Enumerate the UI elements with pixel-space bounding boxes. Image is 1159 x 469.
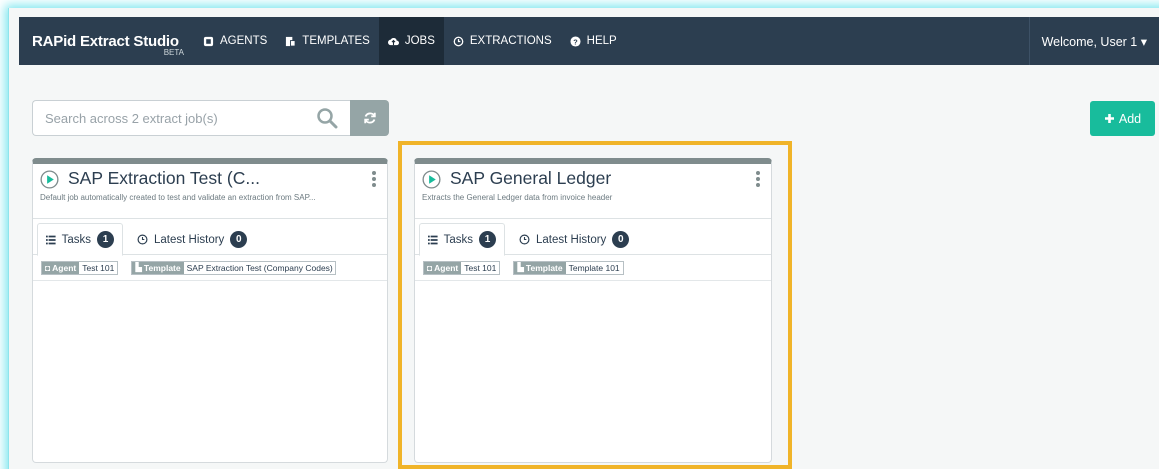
tasks-count-badge: 1 xyxy=(97,231,114,248)
brand-name: RAPid Extract Studio xyxy=(32,32,179,50)
agent-tag-value: Test 101 xyxy=(464,262,497,273)
clock-icon xyxy=(519,234,530,245)
nav-item-label: HELP xyxy=(586,35,617,47)
more-options-icon[interactable] xyxy=(755,170,761,188)
agent-tag[interactable]: ◘ Agent Test 101 xyxy=(41,260,119,275)
history-count-badge: 0 xyxy=(230,231,248,248)
agent-key-label: Agent xyxy=(52,262,77,273)
brand[interactable]: RAPid Extract Studio BETA xyxy=(19,17,194,65)
tab-latest-history[interactable]: Latest History 0 xyxy=(129,223,255,256)
history-count-badge: 0 xyxy=(612,231,630,248)
help-icon: ? xyxy=(570,35,581,47)
template-icon: ▙ xyxy=(135,262,142,272)
job-card-tabs: Tasks 1 Latest History 0 xyxy=(415,218,771,256)
list-icon xyxy=(46,235,56,244)
template-tag-value: SAP Extraction Test (Company Codes) S... xyxy=(186,262,336,273)
refresh-icon xyxy=(363,112,376,124)
top-navbar: RAPid Extract Studio BETA AGENTS TEMPLAT… xyxy=(19,17,1159,65)
job-card: SAP Extraction Test (C... Default job au… xyxy=(32,158,388,463)
agent-icon: ◘ xyxy=(427,262,433,273)
task-row[interactable]: ◘ Agent Test 101 ▙ Template SAP Extraction… xyxy=(33,255,387,281)
template-tag-key: ▙ Template xyxy=(514,261,566,274)
template-icon: ▙ xyxy=(517,262,524,272)
nav-item-extractions[interactable]: EXTRACTIONS xyxy=(444,17,561,65)
list-icon xyxy=(428,235,438,244)
agent-tag[interactable]: ◘ Agent Test 101 xyxy=(423,260,501,275)
user-menu[interactable]: Welcome, User 1 ▾ xyxy=(1028,17,1159,65)
nav-item-label: TEMPLATES xyxy=(302,35,370,47)
task-row[interactable]: ◘ Agent Test 101 ▙ Template Template 101 xyxy=(415,255,771,281)
search-bar xyxy=(32,100,389,136)
template-icon xyxy=(286,36,296,47)
tab-tasks-label: Tasks xyxy=(61,233,91,246)
brand-beta-tag: BETA xyxy=(163,48,184,57)
agent-tag-value: Test 101 xyxy=(82,262,115,273)
clock-icon xyxy=(137,234,148,245)
template-key-label: Template xyxy=(525,262,563,273)
nav-item-label: AGENTS xyxy=(220,35,268,47)
play-icon[interactable] xyxy=(40,170,59,189)
add-job-label: Add xyxy=(1118,111,1142,126)
nav-item-agents[interactable]: AGENTS xyxy=(194,17,276,65)
tab-history-label: Latest History xyxy=(154,233,225,246)
nav-item-label: EXTRACTIONS xyxy=(469,35,552,47)
tab-latest-history[interactable]: Latest History 0 xyxy=(511,223,637,256)
clock-icon xyxy=(453,36,464,46)
agent-icon xyxy=(203,36,214,46)
job-description: Default job automatically created to tes… xyxy=(40,193,316,202)
play-icon[interactable] xyxy=(422,170,441,189)
tab-tasks-label: Tasks xyxy=(443,233,473,246)
job-card: SAP General Ledger Extracts the General … xyxy=(414,158,772,463)
job-title[interactable]: SAP General Ledger xyxy=(450,168,611,189)
tab-tasks[interactable]: Tasks 1 xyxy=(37,223,123,256)
template-tag[interactable]: ▙ Template SAP Extraction Test (Company C… xyxy=(131,260,337,275)
nav-item-templates[interactable]: TEMPLATES xyxy=(276,17,379,65)
user-menu-label: Welcome, User 1 ▾ xyxy=(1041,34,1147,49)
refresh-button[interactable] xyxy=(350,100,389,136)
plus-icon xyxy=(1104,114,1114,123)
nav-item-help[interactable]: ? HELP xyxy=(561,17,626,65)
tasks-count-badge: 1 xyxy=(479,231,496,248)
search-input[interactable] xyxy=(32,100,350,136)
job-card-header: SAP Extraction Test (C... Default job au… xyxy=(33,164,387,218)
cloud-icon xyxy=(387,37,399,45)
agent-icon: ◘ xyxy=(45,262,51,273)
template-tag[interactable]: ▙ Template Template 101 xyxy=(513,260,624,275)
more-options-icon[interactable] xyxy=(371,170,377,188)
agent-key-label: Agent xyxy=(434,262,459,273)
job-title[interactable]: SAP Extraction Test (C... xyxy=(68,168,260,189)
search-icon[interactable] xyxy=(316,107,338,129)
add-job-button[interactable]: Add xyxy=(1090,101,1155,136)
tab-history-label: Latest History xyxy=(536,233,607,246)
template-tag-key: ▙ Template xyxy=(132,261,184,274)
nav-item-jobs[interactable]: JOBS xyxy=(378,17,444,65)
nav-item-label: JOBS xyxy=(404,35,435,47)
svg-text:?: ? xyxy=(573,37,578,46)
tab-tasks[interactable]: Tasks 1 xyxy=(419,223,505,256)
job-card-header: SAP General Ledger Extracts the General … xyxy=(415,164,771,218)
template-key-label: Template xyxy=(143,262,181,273)
job-description: Extracts the General Ledger data from in… xyxy=(422,193,613,202)
agent-tag-key: ◘ Agent xyxy=(42,261,80,274)
template-tag-value: Template 101 xyxy=(568,262,620,273)
job-card-tabs: Tasks 1 Latest History 0 xyxy=(33,218,387,256)
agent-tag-key: ◘ Agent xyxy=(424,261,462,274)
